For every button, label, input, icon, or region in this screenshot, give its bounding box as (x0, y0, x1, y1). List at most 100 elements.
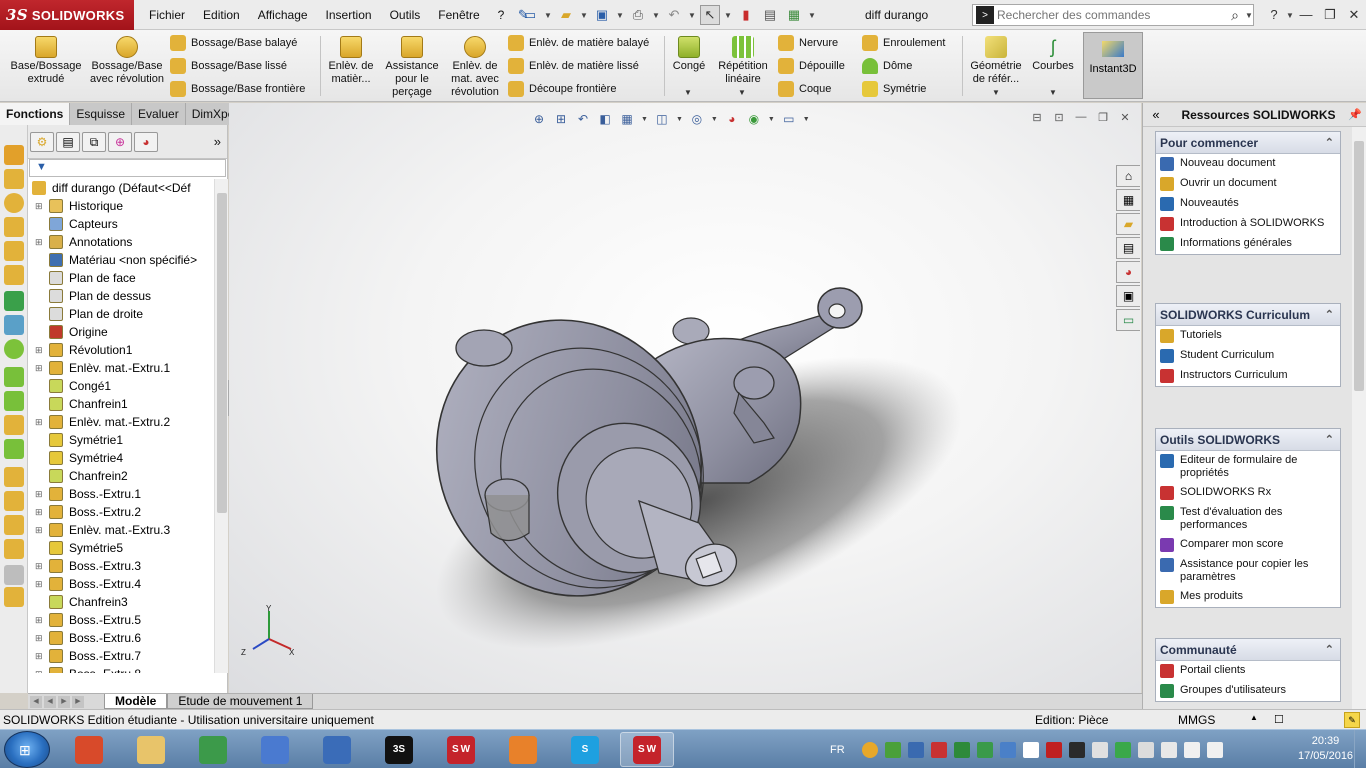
extrude-tool-icon[interactable] (4, 145, 24, 165)
tree-root-part[interactable]: diff durango (Défaut<<Déf (28, 179, 214, 197)
hole-tool-icon[interactable] (4, 265, 24, 285)
taskbar-app-blender[interactable] (496, 732, 550, 767)
file-explorer-icon[interactable]: ▰ (1116, 213, 1140, 235)
tab-esquisse[interactable]: Esquisse (70, 103, 133, 125)
split-tool-icon[interactable] (4, 565, 24, 585)
rebuild-traffic-light-icon[interactable]: ▮ (736, 5, 756, 25)
revolve-tool-icon[interactable] (4, 193, 24, 213)
last-tab-icon[interactable]: ▶ (72, 695, 84, 708)
chevron-down-icon[interactable]: ▼ (684, 88, 692, 97)
menu-help[interactable]: ? (489, 0, 514, 30)
tree-item[interactable]: Chanfrein3 (28, 593, 214, 611)
task-panel-link[interactable]: Introduction à SOLIDWORKS (1156, 214, 1340, 234)
hole-wizard-button[interactable]: Assistance pour le perçage (382, 36, 442, 99)
tree-item[interactable]: ⊞ Enlèv. mat.-Extru.3 (28, 521, 214, 539)
tree-item[interactable]: ⊞ Enlèv. mat.-Extru.2 (28, 413, 214, 431)
expand-icon[interactable]: ⊞ (35, 525, 45, 536)
expand-icon[interactable]: ⊞ (35, 237, 45, 248)
tree-item[interactable]: Chanfrein2 (28, 467, 214, 485)
task-panel-link[interactable]: Test d'évaluation des performances (1156, 503, 1340, 535)
hide-show-items-icon[interactable]: ◎ (689, 111, 705, 127)
feature-tree-tab-icon[interactable]: ⚙ (30, 131, 54, 152)
tree-item[interactable]: Congé1 (28, 377, 214, 395)
task-panel-header[interactable]: Outils SOLIDWORKS ⌃ (1156, 429, 1340, 451)
tray-app-icon[interactable] (1068, 741, 1085, 758)
undo-icon[interactable]: ↶ (664, 5, 684, 25)
google-drive-icon[interactable] (1114, 741, 1131, 758)
swept-boss-button[interactable]: Bossage/Base balayé (170, 33, 297, 53)
expand-icon[interactable]: ⊞ (35, 507, 45, 518)
shell-button[interactable]: Coque (778, 79, 831, 99)
tree-item[interactable]: Plan de dessus (28, 287, 214, 305)
command-search[interactable]: > ⌕ ▼ (972, 4, 1254, 26)
chevron-down-icon[interactable]: ▼ (738, 88, 746, 97)
view-orientation-icon[interactable]: ▦ (619, 111, 635, 127)
tree-item[interactable]: ⊞ Boss.-Extru.5 (28, 611, 214, 629)
split-view-icon[interactable]: ⊟ (1029, 111, 1045, 125)
menu-affichage[interactable]: Affichage (249, 0, 317, 30)
tray-app-icon[interactable] (1022, 741, 1039, 758)
tray-app-icon[interactable] (907, 741, 924, 758)
tree-item[interactable]: Capteurs (28, 215, 214, 233)
move-face-tool-icon[interactable] (4, 539, 24, 559)
instant3d-button[interactable]: Instant3D (1083, 32, 1143, 99)
task-panel-header[interactable]: SOLIDWORKS Curriculum ⌃ (1156, 304, 1340, 326)
tree-item[interactable]: ⊞ Historique (28, 197, 214, 215)
wrap-button[interactable]: Enroulement (862, 33, 945, 53)
chevron-down-icon[interactable]: ▼ (992, 88, 1000, 97)
extruded-boss-button[interactable]: Base/Bossage extrudé (4, 36, 88, 86)
property-manager-tab-icon[interactable]: ▤ (56, 131, 80, 152)
zoom-to-fit-icon[interactable]: ⊕ (531, 111, 547, 127)
first-tab-icon[interactable]: ◀ (30, 695, 42, 708)
tree-item[interactable]: Symétrie4 (28, 449, 214, 467)
expand-icon[interactable]: ⊞ (35, 363, 45, 374)
feature-filter[interactable]: ▼ (29, 159, 226, 177)
taskbar-app-skype[interactable]: S (558, 732, 612, 767)
menu-fenetre[interactable]: Fenêtre (429, 0, 488, 30)
tree-item[interactable]: ⊞ Boss.-Extru.4 (28, 575, 214, 593)
tree-item[interactable]: ⊞ Boss.-Extru.1 (28, 485, 214, 503)
task-panel-link[interactable]: Portail clients (1156, 661, 1340, 681)
search-input[interactable] (997, 8, 1225, 22)
task-panel-link[interactable]: Assistance pour copier les paramètres (1156, 555, 1340, 587)
shell-tool-icon[interactable] (4, 415, 24, 435)
chevron-down-icon[interactable]: ▼ (711, 116, 718, 123)
tree-item[interactable]: ⊞ Boss.-Extru.7 (28, 647, 214, 665)
previous-view-icon[interactable]: ↶ (575, 111, 591, 127)
tab-modele[interactable]: Modèle (104, 694, 168, 709)
loft-tool-icon[interactable] (4, 241, 24, 261)
minimize-icon[interactable]: — (1294, 4, 1318, 26)
chevron-down-icon[interactable]: ▼ (544, 11, 552, 20)
tree-item[interactable]: Origine (28, 323, 214, 341)
revolved-boss-button[interactable]: Bossage/Base avec révolution (88, 36, 166, 86)
task-panel-link[interactable]: Mes produits (1156, 587, 1340, 607)
appearances-icon[interactable]: ◕ (1116, 261, 1140, 283)
chevron-down-icon[interactable]: ▼ (580, 11, 588, 20)
scrollbar-thumb[interactable] (1354, 141, 1364, 391)
volume-icon[interactable] (1206, 741, 1223, 758)
prev-tab-icon[interactable]: ◀ (44, 695, 56, 708)
options-icon[interactable]: ▦ (784, 5, 804, 25)
task-panel-link[interactable]: Student Curriculum (1156, 346, 1340, 366)
collapse-icon[interactable]: ⌃ (1325, 643, 1334, 656)
tray-app-icon[interactable] (953, 741, 970, 758)
collapse-icon[interactable]: ⌃ (1325, 433, 1334, 446)
combine-tool-icon[interactable] (4, 587, 24, 607)
split-view-horizontal-icon[interactable]: ⊡ (1051, 111, 1067, 125)
chevron-down-icon[interactable]: ▼ (808, 11, 816, 20)
expand-icon[interactable]: ⊞ (35, 417, 45, 428)
tab-motion-study[interactable]: Etude de mouvement 1 (167, 694, 314, 709)
dome-button[interactable]: Dôme (862, 56, 912, 76)
print-icon[interactable]: ⎙ (628, 5, 648, 25)
close-icon[interactable]: ✕ (1342, 4, 1366, 26)
chevron-up-icon[interactable]: ▲ (1250, 713, 1258, 722)
configuration-manager-tab-icon[interactable]: ⧉ (82, 131, 106, 152)
tab-evaluer[interactable]: Evaluer (132, 103, 186, 125)
save-icon[interactable]: ▣ (592, 5, 612, 25)
task-panel-link[interactable]: Nouveautés (1156, 194, 1340, 214)
units-selector[interactable]: MMGS (1178, 713, 1215, 727)
chevron-down-icon[interactable]: ▼ (641, 116, 648, 123)
display-style-icon[interactable]: ◫ (654, 111, 670, 127)
fillet-button[interactable]: Congé (668, 36, 710, 73)
notification-icon[interactable] (861, 741, 878, 758)
